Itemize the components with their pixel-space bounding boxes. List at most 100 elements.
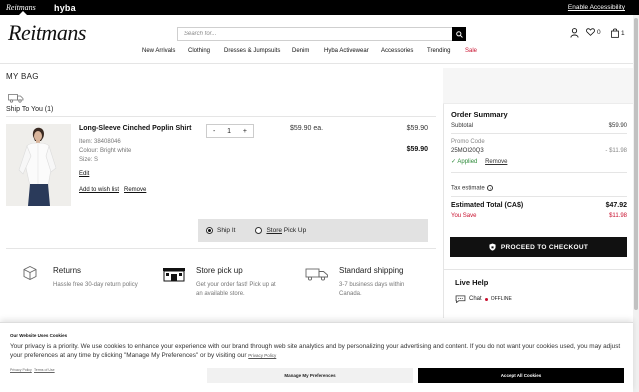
search-icon: [455, 30, 463, 38]
check-icon: ✓: [451, 159, 457, 165]
section-divider: [6, 248, 436, 249]
product-colour: Colour: Bright white: [79, 148, 132, 154]
search-button[interactable]: [452, 27, 466, 41]
wishlist-button[interactable]: 0: [586, 28, 601, 36]
you-save-label: You Save: [451, 213, 477, 219]
page-title: MY BAG: [6, 72, 39, 81]
active-brand-indicator: [19, 11, 27, 15]
nav-denim[interactable]: Denim: [292, 48, 309, 54]
tax-estimate-label: Tax estimate: [451, 185, 485, 192]
store-icon: [163, 268, 185, 282]
store-pickup-text: Get your order fast! Pick up at an avail…: [196, 282, 276, 297]
nav-clothing[interactable]: Clothing: [188, 48, 210, 54]
ship-it-radio[interactable]: [206, 227, 213, 234]
subtotal-value: $59.90: [608, 123, 627, 129]
edit-item-link[interactable]: Edit: [79, 171, 89, 177]
chat-icon: [455, 295, 466, 303]
search-bar: [177, 27, 466, 41]
unit-price: $59.90 ea.: [290, 125, 324, 132]
promo-discount: - $11.98: [605, 148, 627, 154]
main-navigation: New Arrivals Clothing Dresses & Jumpsuit…: [0, 48, 639, 58]
terms-of-use-link[interactable]: Terms of Use: [34, 368, 55, 372]
info-icon[interactable]: ›: [487, 185, 494, 191]
cart-count: 1: [621, 29, 625, 37]
accept-all-cookies-button[interactable]: Accept All Cookies: [418, 368, 624, 383]
quantity-value[interactable]: 1: [227, 128, 231, 135]
header-divider: [0, 63, 633, 64]
store-pickup-title: Store pick up: [196, 266, 243, 275]
cart-button[interactable]: 1: [611, 28, 625, 38]
remove-item-link[interactable]: Remove: [124, 187, 146, 193]
ship-it-label: Ship It: [217, 227, 236, 234]
estimated-total-label: Estimated Total (CA$): [451, 202, 524, 209]
line-total: $59.90: [406, 146, 428, 153]
returns-icon: [23, 265, 37, 281]
privacy-policy-link[interactable]: Privacy Policy: [10, 368, 32, 372]
user-icon: [570, 28, 579, 38]
tax-estimate-row[interactable]: Tax estimate ›: [451, 185, 627, 192]
brand-bar: Reitmans hyba Enable Accessibility: [0, 0, 639, 15]
nav-sale[interactable]: Sale: [465, 48, 477, 54]
shipping-title: Standard shipping: [339, 266, 404, 275]
chat-status-text: OFFLINE: [490, 296, 512, 302]
nav-new-arrivals[interactable]: New Arrivals: [142, 48, 175, 54]
shipping-text: 3-7 business days within Canada.: [339, 282, 405, 297]
store-link[interactable]: Store: [266, 227, 282, 234]
add-to-wishlist-link[interactable]: Add to wish list: [79, 187, 119, 193]
product-name[interactable]: Long-Sleeve Cinched Poplin Shirt: [79, 125, 191, 132]
cookie-title: Our Website Uses Cookies: [10, 333, 68, 338]
quantity-increase-button[interactable]: +: [243, 128, 247, 135]
nav-trending[interactable]: Trending: [427, 48, 450, 54]
brand-tab-hyba[interactable]: hyba: [54, 0, 76, 15]
quantity-decrease-button[interactable]: -: [213, 128, 215, 135]
store-pickup-radio[interactable]: [255, 227, 263, 234]
shipping-truck-icon: [305, 268, 328, 281]
summary-divider: [451, 133, 627, 134]
promo-code: 25MOI20Q3: [451, 148, 484, 154]
quantity-stepper: - 1 +: [206, 124, 254, 138]
returns-title: Returns: [53, 266, 82, 275]
subtotal-row: Subtotal $59.90: [451, 123, 627, 129]
summary-header-band: [443, 68, 639, 104]
product-image[interactable]: [6, 124, 71, 206]
nav-dresses-jumpsuits[interactable]: Dresses & Jumpsuits: [224, 48, 280, 54]
applied-status: Applied: [457, 159, 478, 165]
ship-to-you-heading: Ship To You (1): [6, 106, 54, 113]
you-save-row: You Save $11.98: [451, 213, 627, 219]
scrollbar-thumb[interactable]: [634, 18, 638, 310]
store-pickup-option[interactable]: Store Pick Up: [255, 227, 306, 234]
nav-accessories[interactable]: Accessories: [381, 48, 413, 54]
enable-accessibility-link[interactable]: Enable Accessibility: [568, 4, 625, 11]
chat-label: Chat: [469, 296, 482, 302]
cookie-privacy-link[interactable]: Privacy Policy: [248, 353, 276, 358]
pickup-text: Pick Up: [281, 227, 307, 234]
order-summary-title: Order Summary: [451, 110, 508, 119]
ship-it-option[interactable]: Ship It: [206, 227, 235, 234]
site-logo[interactable]: Reitmans: [8, 20, 86, 46]
nav-hyba-activewear[interactable]: Hyba Activewear: [324, 48, 369, 54]
estimated-total-value: $47.92: [605, 202, 627, 209]
wishlist-count: 0: [597, 28, 601, 36]
account-button[interactable]: [570, 28, 579, 38]
proceed-to-checkout-button[interactable]: PROCEED TO CHECKOUT: [450, 237, 627, 257]
summary-divider: [443, 269, 633, 270]
heart-icon: [586, 28, 595, 36]
shopping-bag-icon: [611, 28, 619, 38]
returns-text: Hassle free 30-day return policy: [53, 282, 138, 288]
delivery-truck-icon: [8, 94, 24, 103]
manage-preferences-button[interactable]: Manage My Preferences: [207, 368, 413, 383]
remove-promo-link[interactable]: Remove: [485, 159, 507, 165]
chat-status[interactable]: Chat OFFLINE: [455, 295, 512, 303]
offline-dot: [484, 297, 488, 301]
checkout-label: PROCEED TO CHECKOUT: [500, 243, 589, 251]
store-pickup-label: Store Pick Up: [266, 227, 306, 234]
estimated-total-row: Estimated Total (CA$) $47.92: [451, 202, 627, 209]
subtotal-label: Subtotal: [451, 123, 474, 129]
fulfillment-options: Ship It Store Pick Up: [198, 219, 428, 242]
summary-divider: [451, 196, 627, 197]
product-photo: [6, 124, 71, 206]
section-divider: [6, 116, 436, 117]
you-save-value: $11.98: [609, 213, 627, 219]
cookie-banner: Our Website Uses Cookies Your privacy is…: [0, 322, 633, 392]
search-input[interactable]: [178, 28, 454, 40]
